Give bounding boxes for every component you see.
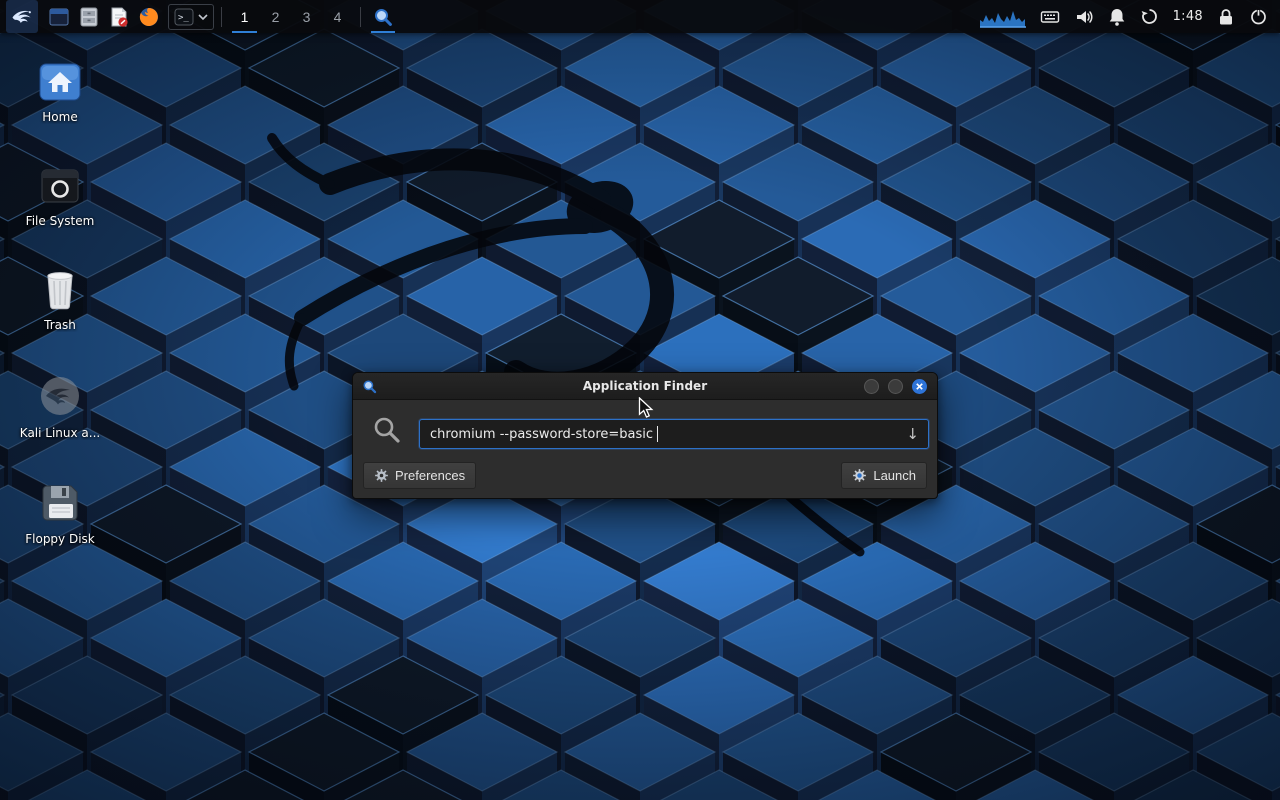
volume-control[interactable] xyxy=(1074,7,1094,27)
desktop-icon-label: Kali Linux a... xyxy=(12,427,108,440)
system-tray: 1:48 xyxy=(980,6,1274,28)
terminal-launcher[interactable]: >_ xyxy=(168,4,214,30)
maximize-circle-icon[interactable] xyxy=(888,379,903,394)
preferences-label: Preferences xyxy=(395,468,465,483)
mouse-cursor xyxy=(638,397,658,419)
window-manager-launcher[interactable] xyxy=(44,0,74,33)
workspace-3[interactable]: 3 xyxy=(291,0,322,33)
gear-icon xyxy=(374,468,389,483)
desktop-icon-label: Floppy Disk xyxy=(12,533,108,546)
command-input[interactable]: chromium --password-store=basic ↓ xyxy=(419,419,929,449)
file-manager-icon xyxy=(78,6,100,28)
file-manager-launcher[interactable] xyxy=(74,0,104,33)
command-input-value: chromium --password-store=basic xyxy=(430,427,653,442)
search-icon xyxy=(372,415,402,449)
workspace-1[interactable]: 1 xyxy=(229,0,260,33)
desktop-icon-trash[interactable]: Trash xyxy=(12,264,108,332)
application-finder-icon xyxy=(362,379,377,394)
firefox-icon xyxy=(138,6,160,28)
desktop-icon-home[interactable]: Home xyxy=(12,56,108,124)
power-icon xyxy=(1249,7,1268,26)
close-icon[interactable] xyxy=(912,379,927,394)
chevron-down-icon xyxy=(198,13,208,21)
desktop-icon-label: Home xyxy=(12,111,108,124)
file-system-icon xyxy=(12,160,108,206)
logout-power[interactable] xyxy=(1249,7,1268,26)
top-panel: >_ 1 2 3 4 xyxy=(0,0,1280,33)
minimize-circle-icon[interactable] xyxy=(864,379,879,394)
network-graph-icon xyxy=(980,6,1026,28)
tasklist-application-finder[interactable] xyxy=(368,0,398,33)
application-finder-window: Application Finder chromium --password-s… xyxy=(352,372,938,499)
network-graph-applet[interactable] xyxy=(980,6,1026,28)
kali-circle-icon xyxy=(12,372,108,418)
workspace-2[interactable]: 2 xyxy=(260,0,291,33)
titlebar[interactable]: Application Finder xyxy=(353,373,937,400)
launch-button[interactable]: Launch xyxy=(841,462,927,489)
panel-separator xyxy=(360,7,361,27)
web-browser-launcher[interactable] xyxy=(134,0,164,33)
arrow-down-icon[interactable]: ↓ xyxy=(906,425,919,443)
panel-separator xyxy=(221,7,222,27)
kali-menu-icon xyxy=(10,5,34,29)
application-finder-icon xyxy=(373,7,393,27)
floppy-disk-icon xyxy=(12,478,108,524)
terminal-icon: >_ xyxy=(174,7,194,27)
home-icon xyxy=(12,56,108,102)
text-cursor xyxy=(657,426,658,442)
text-editor-launcher[interactable] xyxy=(104,0,134,33)
applications-menu-button[interactable] xyxy=(6,0,38,33)
workspace-4[interactable]: 4 xyxy=(322,0,353,33)
keyboard-indicator[interactable] xyxy=(1040,7,1060,27)
bell-icon xyxy=(1108,7,1126,27)
launch-gear-icon xyxy=(852,468,867,483)
desktop-icon-label: Trash xyxy=(12,319,108,332)
trash-icon xyxy=(12,264,108,310)
text-editor-icon xyxy=(108,6,130,28)
svg-text:>_: >_ xyxy=(178,13,189,23)
window-title: Application Finder xyxy=(353,379,937,393)
desktop-icon-label: File System xyxy=(12,215,108,228)
window-icon xyxy=(48,6,70,28)
desktop-icon-file-system[interactable]: File System xyxy=(12,160,108,228)
preferences-button[interactable]: Preferences xyxy=(363,462,476,489)
notifications[interactable] xyxy=(1108,7,1126,27)
software-updates[interactable] xyxy=(1140,7,1159,26)
desktop-icon-kali-linux[interactable]: Kali Linux a... xyxy=(12,372,108,440)
keyboard-icon xyxy=(1040,7,1060,27)
lock-icon xyxy=(1217,7,1235,27)
desktop-icon-floppy-disk[interactable]: Floppy Disk xyxy=(12,478,108,546)
updates-icon xyxy=(1140,7,1159,26)
clock[interactable]: 1:48 xyxy=(1173,9,1203,24)
volume-icon xyxy=(1074,7,1094,27)
launch-label: Launch xyxy=(873,468,916,483)
screen-lock[interactable] xyxy=(1217,7,1235,27)
